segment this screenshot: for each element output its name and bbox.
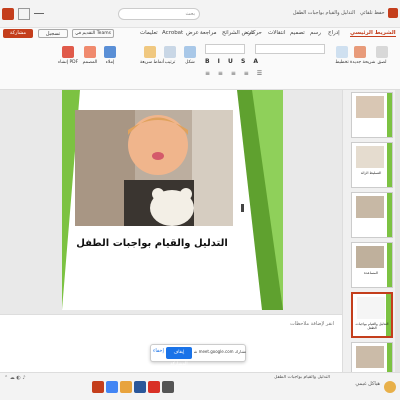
powerpoint-logo-icon (388, 8, 398, 18)
thumbnail-photo (356, 246, 384, 268)
slide-thumbnail-panel[interactable]: التسليط الزائد المساعدة التدليل والقيام بو… (342, 90, 400, 388)
minimize-icon[interactable] (34, 13, 44, 14)
slide-thumbnail[interactable] (351, 192, 393, 238)
slide-background (62, 90, 283, 310)
slide-thumbnail[interactable]: التدليل والقيام بواجبات الطفل (351, 292, 393, 338)
thumbnail-photo (356, 146, 384, 168)
hide-share-button[interactable]: إخفاء (153, 348, 165, 358)
slide-thumbnail[interactable]: المساعدة (351, 242, 393, 288)
shapes-button[interactable]: شكل (180, 46, 200, 65)
create-pdf-button[interactable]: إنشاء PDF (58, 46, 78, 65)
tab-10[interactable]: تعليمات (140, 30, 158, 36)
paragraph-buttons[interactable]: ≡ ≡ ≡ ≡ ☰ (205, 70, 325, 78)
tab-4[interactable]: انتقالات (268, 30, 286, 36)
title-bar: بحث التدليل والقيام بواجبات الطفل حفظ تل… (0, 0, 400, 28)
share-button[interactable]: مشاركة (3, 29, 33, 38)
thumbnail-scrollbar[interactable] (395, 90, 400, 372)
app-taskbar-icon[interactable] (148, 381, 160, 393)
file-explorer-taskbar-icon[interactable] (120, 381, 132, 393)
quick-styles-button[interactable]: أنماط سريعة (140, 46, 164, 65)
arrange-icon (164, 46, 176, 58)
tab-0[interactable]: الشريط الرئيسي (350, 30, 396, 37)
tab-9[interactable]: Acrobat (162, 30, 183, 36)
current-slide[interactable]: التدليل والقيام بواجبات الطفل (62, 90, 283, 310)
record-button[interactable]: تسجيل (38, 29, 68, 38)
ribbon-button-label: شكل (185, 60, 195, 65)
word-taskbar-icon[interactable] (134, 381, 146, 393)
notes-placeholder[interactable]: انقر لإضافة ملاحظات (290, 321, 334, 327)
thumbnail-caption: التدليل والقيام بواجبات الطفل (355, 322, 389, 330)
autosave-label: حفظ تلقائي (360, 10, 385, 16)
document-title: التدليل والقيام بواجبات الطفل (292, 10, 355, 16)
text-cursor (241, 204, 244, 212)
ribbon-button-label: أنماط سريعة (140, 60, 165, 65)
create-pdf-icon (62, 46, 74, 58)
quick-styles-icon (144, 46, 156, 58)
thumbnail-photo (356, 96, 384, 118)
search-input[interactable]: بحث (118, 8, 200, 20)
tab-7[interactable]: مراجعة (200, 30, 217, 36)
search-taskbar-icon[interactable] (162, 381, 174, 393)
shapes-icon (184, 46, 196, 58)
font-name-dropdown[interactable] (255, 44, 325, 54)
layout-button[interactable]: تخطيط (332, 46, 352, 65)
font-format-buttons[interactable]: B I U S A (205, 58, 325, 66)
weather-icon (384, 381, 396, 393)
thumbnail-caption (353, 121, 389, 135)
share-notification-bar: إخفاء إيقاف المشاركة تشارك meet.google.c… (0, 336, 342, 372)
designer-button[interactable]: المصمم (80, 46, 100, 65)
status-icons: ⌃ ☁ ◐ ♪ (4, 375, 26, 381)
slide-thumbnail[interactable] (351, 92, 393, 138)
tab-3[interactable]: تصميم (290, 30, 305, 36)
thumbnail-caption: المساعدة (363, 271, 378, 275)
close-window-icon[interactable] (2, 8, 14, 20)
ribbon-button-label: إنشاء PDF (58, 60, 79, 65)
layout-icon (336, 46, 348, 58)
thumbnail-photo (356, 346, 384, 368)
dictate-icon (104, 46, 116, 58)
notes-pane[interactable]: انقر لإضافة ملاحظات (0, 314, 342, 336)
paste-icon (376, 46, 388, 58)
status-slide-info: التدليل والقيام بواجبات الطفل (274, 375, 330, 380)
slide-thumbnail[interactable]: التسليط الزائد (351, 142, 393, 188)
child-photo (75, 110, 233, 226)
powerpoint-taskbar-icon[interactable] (92, 381, 104, 393)
ribbon-button-label: ترتيب (164, 60, 176, 65)
designer-icon (84, 46, 96, 58)
font-size-dropdown[interactable] (205, 44, 245, 54)
maximize-icon[interactable] (18, 8, 30, 20)
tab-2[interactable]: رسم (310, 30, 321, 36)
chrome-taskbar-icon[interactable] (106, 381, 118, 393)
ribbon-button-label: تخطيط (335, 60, 349, 65)
new-slide-button[interactable]: شريحة جديدة (350, 46, 375, 65)
ribbon: لصق شريحة جديدة تخطيط شكل ترتيب أنماط سريعة إم… (0, 40, 400, 90)
thumbnail-caption (353, 221, 389, 235)
dictate-button[interactable]: إملاء (100, 46, 120, 65)
share-status-text: تشارك meet.google.com شاشتك. (194, 349, 246, 354)
present-in-teams-button[interactable]: التقديم في Teams (72, 29, 114, 38)
ribbon-button-label: المصمم (82, 60, 98, 65)
stop-sharing-button[interactable]: إيقاف المشاركة (166, 347, 192, 367)
tab-6[interactable]: عرض الشرائح (222, 30, 254, 36)
weather-text: هياكل غيمي (355, 381, 380, 387)
thumbnail-photo (356, 196, 384, 218)
ribbon-button-label: شريحة جديدة (350, 60, 376, 65)
new-slide-icon (354, 46, 366, 58)
ribbon-tabs: مشاركة تسجيل التقديم في Teams الشريط الر… (0, 28, 400, 40)
slide-heading: التدليل والقيام بواجبات الطفل (76, 238, 228, 249)
thumbnail-caption: التسليط الزائد (360, 171, 382, 175)
thumbnail-photo (357, 297, 385, 319)
tab-1[interactable]: إدراج (328, 30, 340, 36)
taskbar: ⌃ ☁ ◐ ♪ التدليل والقيام بواجبات الطفل هي… (0, 372, 400, 400)
ribbon-button-label: لصق (377, 60, 387, 65)
tab-8[interactable]: عرض (186, 30, 199, 36)
ribbon-button-label: إملاء (105, 60, 115, 65)
